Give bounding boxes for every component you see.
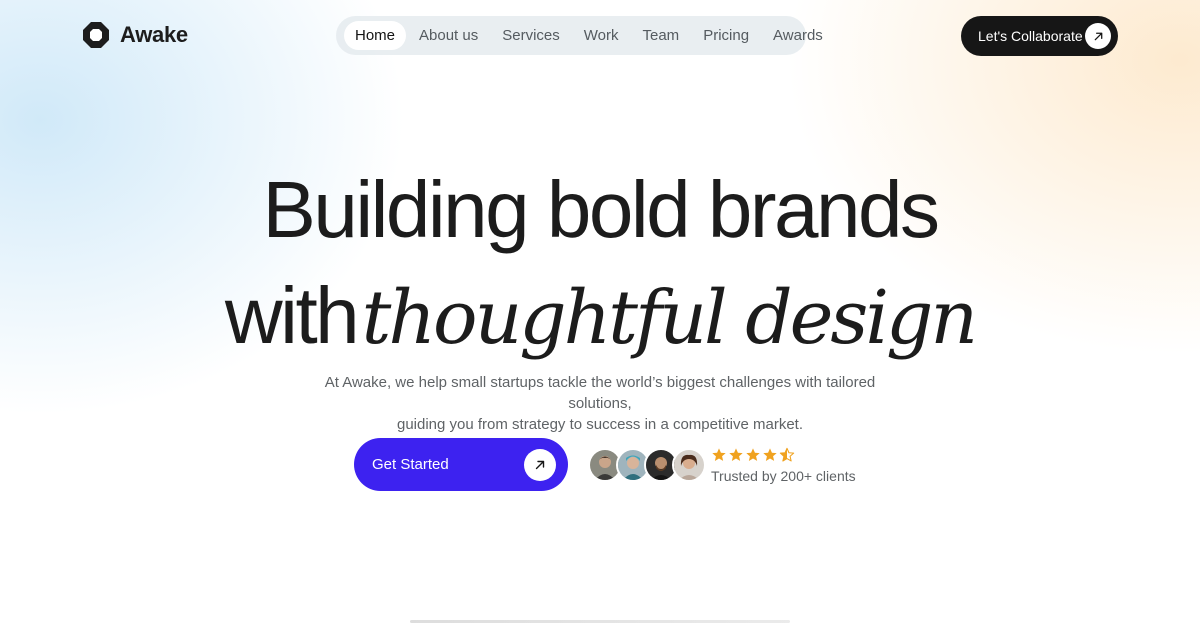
- get-started-label: Get Started: [372, 456, 449, 473]
- brand-name: Awake: [120, 22, 188, 47]
- hero-title-line-2: with thoughtful design: [0, 268, 1200, 387]
- arrow-up-right-icon: [524, 448, 556, 481]
- nav-item-services[interactable]: Services: [491, 21, 571, 50]
- star-icon: [729, 448, 743, 461]
- hero-title-plain: with: [224, 271, 360, 360]
- star-half-icon: [779, 447, 795, 462]
- avatar: [672, 448, 706, 482]
- hero-subtitle-line-2: guiding you from strategy to success in …: [396, 416, 803, 433]
- hero-subtitle: At Awake, we help small startups tackle …: [300, 372, 900, 435]
- nav-item-team[interactable]: Team: [632, 21, 691, 50]
- rating-block: Trusted by 200+ clients: [711, 446, 856, 484]
- main-nav: Home About us Services Work Team Pricing…: [336, 16, 823, 55]
- trusted-by-text: Trusted by 200+ clients: [711, 468, 856, 484]
- nav-item-about-us[interactable]: About us: [408, 21, 489, 50]
- nav-item-home[interactable]: Home: [344, 21, 407, 50]
- star-icon: [746, 448, 760, 461]
- client-avatars: [588, 448, 706, 482]
- landing-page: Awake Home About us Services Work Team P…: [0, 0, 1200, 628]
- hero-title-line-1: Building bold brands: [262, 165, 940, 254]
- brand-logo[interactable]: Awake: [82, 21, 188, 49]
- nav-item-pricing[interactable]: Pricing: [692, 21, 760, 50]
- nav-item-work[interactable]: Work: [573, 21, 630, 50]
- star-icon: [712, 448, 726, 461]
- arrow-up-right-icon: [1085, 23, 1111, 49]
- get-started-button[interactable]: Get Started: [354, 438, 568, 491]
- lets-collaborate-label: Let's Collaborate: [978, 28, 1083, 44]
- octagon-ring-icon: [83, 22, 109, 48]
- star-icon: [763, 448, 777, 461]
- nav-item-awards[interactable]: Awards: [762, 21, 834, 50]
- star-rating: [711, 446, 856, 464]
- hero-title-emphasis: thoughtful design: [361, 275, 978, 361]
- below-fold-text-hint: [410, 620, 790, 623]
- hero-subtitle-line-1: At Awake, we help small startups tackle …: [324, 374, 876, 412]
- lets-collaborate-button[interactable]: Let's Collaborate: [961, 16, 1118, 56]
